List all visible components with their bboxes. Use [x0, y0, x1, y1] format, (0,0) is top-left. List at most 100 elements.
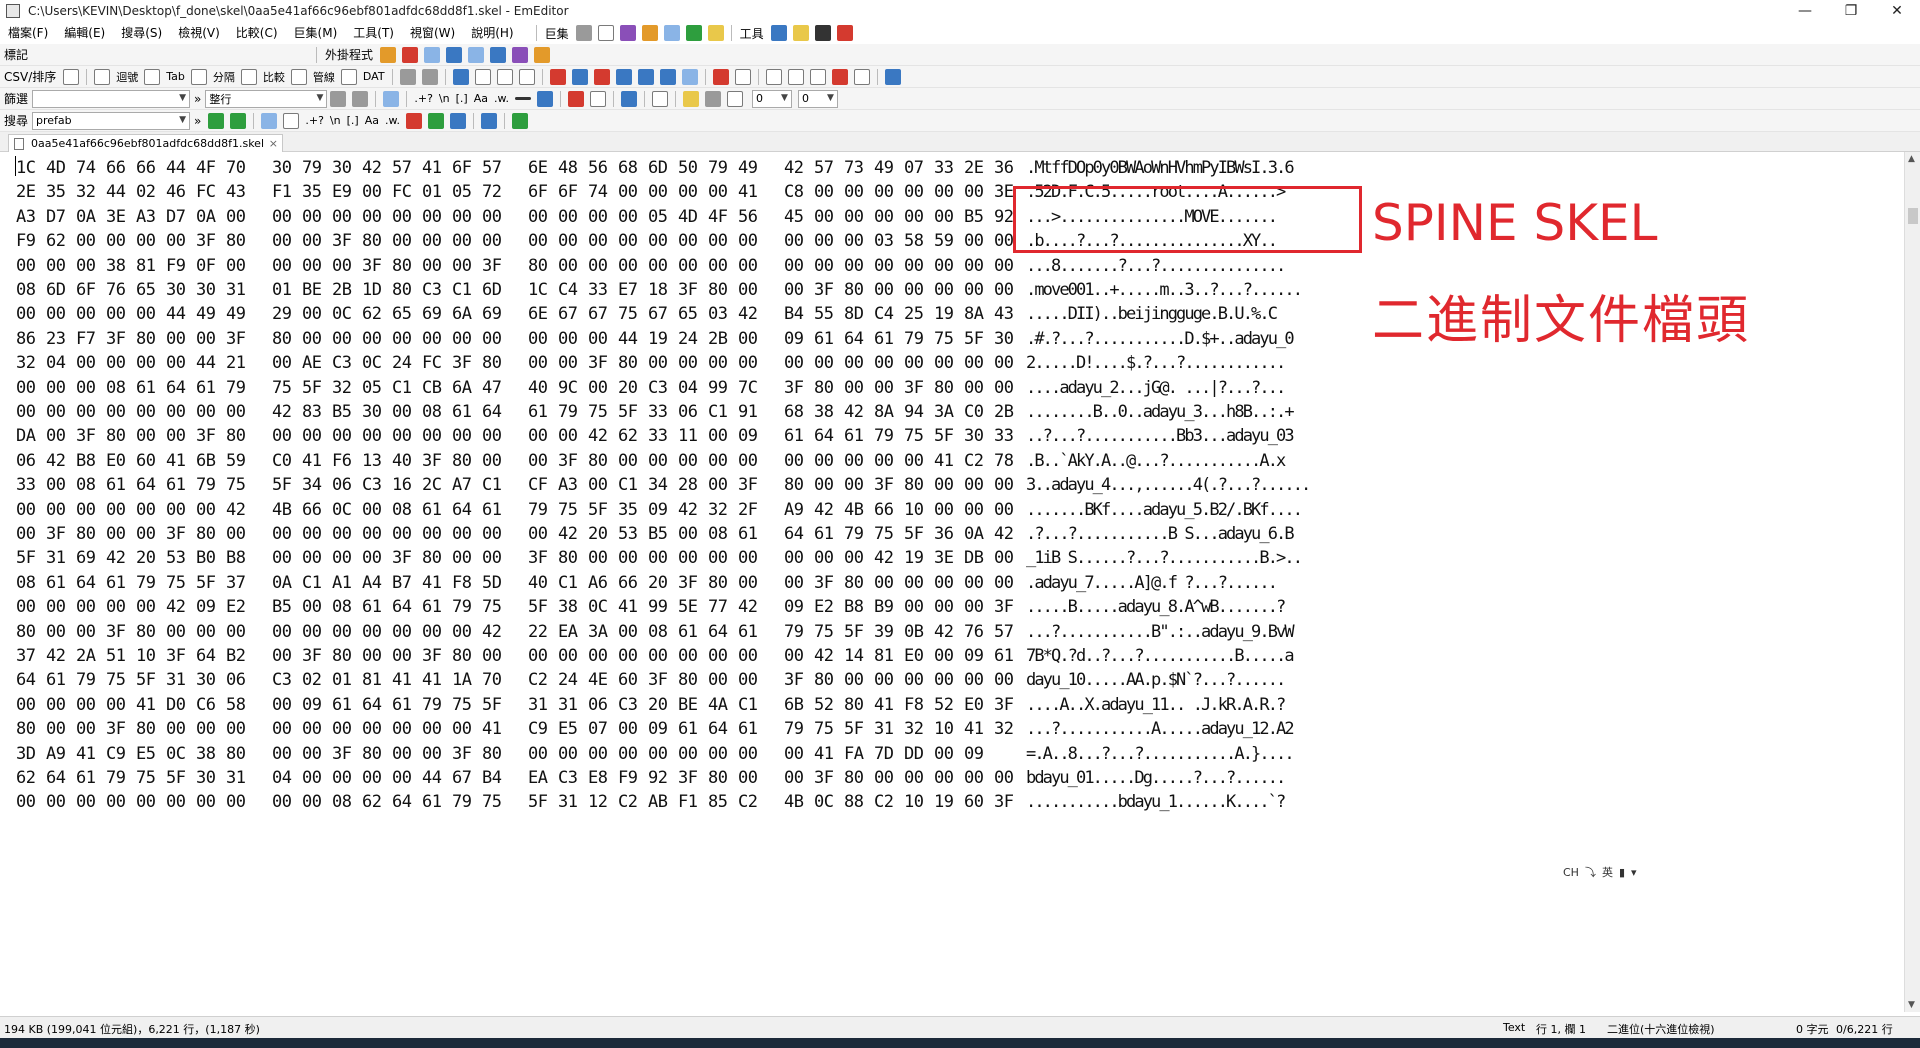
hex-byte[interactable]: 00 [844, 231, 874, 251]
filter-case-toggle[interactable]: Aa [474, 92, 488, 105]
hex-byte[interactable]: 3F [678, 280, 708, 300]
hex-byte[interactable]: 5F [844, 719, 874, 739]
hex-byte[interactable]: 83 [302, 402, 332, 422]
hex-byte[interactable]: 80 [528, 256, 558, 276]
hex-byte[interactable]: 00 [964, 573, 994, 593]
terminal-icon[interactable] [814, 25, 831, 41]
hex-byte[interactable]: B8 [844, 597, 874, 617]
hex-byte[interactable]: A6 [588, 573, 618, 593]
hex-byte[interactable]: 00 [708, 426, 738, 446]
highlight-icon[interactable] [405, 112, 422, 129]
csv-comma-icon[interactable] [94, 68, 111, 85]
hex-byte[interactable]: F8 [904, 695, 934, 715]
hex-byte[interactable]: 3F [106, 622, 136, 642]
hex-byte[interactable]: 00 [588, 231, 618, 251]
hex-byte[interactable]: 3F [106, 719, 136, 739]
ascii-line[interactable]: ...?...........A.....adayu_12.A2 [1026, 717, 1348, 741]
hex-byte[interactable]: 0B [904, 622, 934, 642]
hex-byte[interactable]: 75 [136, 768, 166, 788]
hex-byte[interactable]: 00 [272, 231, 302, 251]
search-list-icon[interactable] [449, 112, 466, 129]
filter-options-icon[interactable] [567, 90, 584, 107]
hex-byte[interactable]: 65 [136, 280, 166, 300]
hex-byte[interactable]: 00 [482, 524, 512, 544]
hex-byte[interactable]: 42 [994, 524, 1024, 544]
hex-byte[interactable]: 09 [964, 744, 994, 764]
hex-byte[interactable]: 49 [226, 304, 256, 324]
hex-byte[interactable]: 00 [136, 524, 166, 544]
hex-byte[interactable]: 42 [814, 500, 844, 520]
hex-byte[interactable]: B4 [482, 768, 512, 788]
hex-byte[interactable]: 00 [618, 622, 648, 642]
hex-byte[interactable]: 42 [588, 426, 618, 446]
asterisk-icon[interactable] [427, 112, 444, 129]
hex-byte[interactable]: 80 [708, 280, 738, 300]
hex-byte[interactable]: 41 [136, 695, 166, 715]
arrow-down-icon[interactable] [620, 90, 637, 107]
hex-byte[interactable]: 31 [528, 695, 558, 715]
hex-byte[interactable]: 6E [528, 158, 558, 178]
hex-byte[interactable]: 80 [588, 451, 618, 471]
hex-byte[interactable]: 00 [196, 622, 226, 642]
csv-compare-icon[interactable] [240, 68, 257, 85]
hex-byte[interactable]: 49 [874, 158, 904, 178]
hex-byte[interactable]: 00 [272, 792, 302, 812]
hex-byte[interactable]: 00 [738, 768, 768, 788]
hex-byte[interactable]: 61 [874, 329, 904, 349]
hex-byte[interactable]: 3F [994, 597, 1024, 617]
hex-byte[interactable]: 3F [814, 768, 844, 788]
menu-view[interactable]: 檢視(V) [170, 22, 228, 44]
hex-byte[interactable]: 00 [302, 792, 332, 812]
filter-history-icon[interactable] [704, 90, 721, 107]
hex-byte[interactable]: 00 [362, 768, 392, 788]
hex-byte[interactable]: 34 [648, 475, 678, 495]
hex-byte[interactable]: 23 [46, 329, 76, 349]
hex-byte[interactable]: D0 [166, 695, 196, 715]
hex-line[interactable]: 3D A9 41 C9 E5 0C 38 80 00 00 3F 80 00 00 3F 80 00 00 00 00… [16, 742, 1040, 766]
hex-byte[interactable]: 00 [874, 378, 904, 398]
hex-byte[interactable]: 81 [874, 646, 904, 666]
hex-byte[interactable]: AE [302, 353, 332, 373]
hex-byte[interactable]: 45 [784, 207, 814, 227]
hex-byte[interactable]: 00 [302, 768, 332, 788]
hex-byte[interactable]: 00 [196, 329, 226, 349]
hex-byte[interactable]: 00 [46, 622, 76, 642]
hex-byte[interactable]: 3F [76, 426, 106, 446]
hex-byte[interactable]: 6A [452, 378, 482, 398]
hex-byte[interactable]: 72 [482, 182, 512, 202]
find-prev-icon[interactable] [230, 112, 247, 129]
hex-byte[interactable]: 00 [648, 646, 678, 666]
hex-byte[interactable]: 35 [618, 500, 648, 520]
hex-byte[interactable]: 10 [136, 646, 166, 666]
hex-byte[interactable]: D7 [46, 207, 76, 227]
filter-mode-select[interactable]: 整行 ▼ [205, 89, 328, 108]
hex-byte[interactable]: 31 [166, 670, 196, 690]
hex-byte[interactable]: 00 [678, 353, 708, 373]
hex-byte[interactable]: E5 [136, 744, 166, 764]
hex-byte[interactable]: C1 [452, 280, 482, 300]
hex-byte[interactable]: 5F [904, 524, 934, 544]
hex-byte[interactable]: 10 [934, 719, 964, 739]
hex-byte[interactable]: FA [844, 744, 874, 764]
hex-byte[interactable]: 30 [994, 329, 1024, 349]
hex-byte[interactable]: 41 [618, 597, 648, 617]
hex-byte[interactable]: 00 [648, 744, 678, 764]
hex-byte[interactable]: 00 [76, 378, 106, 398]
hex-byte[interactable]: 42 [226, 500, 256, 520]
hex-byte[interactable]: 00 [784, 451, 814, 471]
ascii-line[interactable]: .....DII)..beijingguge.B.U.%.C [1026, 302, 1348, 326]
hex-byte[interactable]: 00 [738, 451, 768, 471]
filter-before-lines-select[interactable]: 0 ▼ [751, 89, 792, 108]
hex-byte[interactable]: 3F [678, 573, 708, 593]
hex-byte[interactable]: 68 [618, 158, 648, 178]
hex-byte[interactable]: 74 [588, 182, 618, 202]
hex-byte[interactable]: C1 [482, 475, 512, 495]
minimize-button[interactable]: — [1782, 0, 1828, 22]
hex-byte[interactable]: 61 [844, 426, 874, 446]
hex-byte[interactable]: C3 [272, 670, 302, 690]
hex-byte[interactable]: 42 [166, 597, 196, 617]
hex-byte[interactable]: 00 [46, 402, 76, 422]
hex-byte[interactable]: 00 [784, 256, 814, 276]
hex-byte[interactable]: 61 [136, 378, 166, 398]
hex-byte[interactable]: 52 [934, 695, 964, 715]
